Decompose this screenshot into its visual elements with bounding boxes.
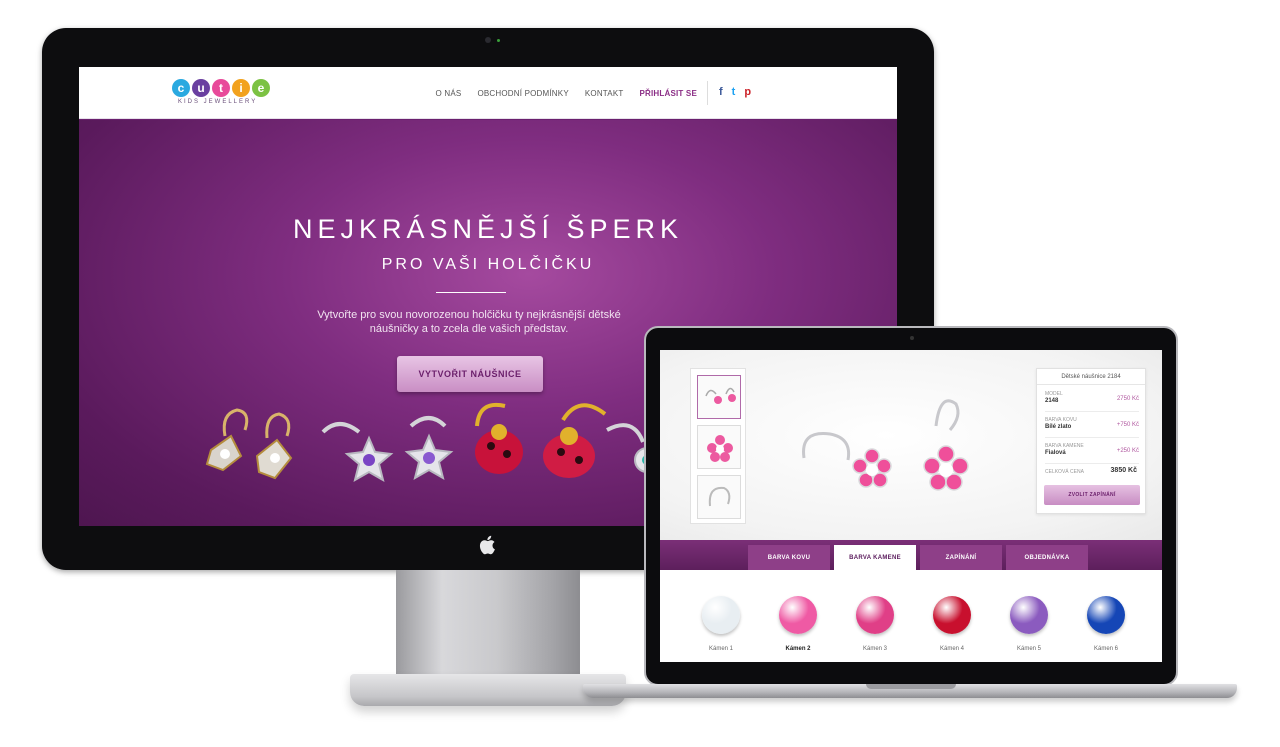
choose-clasp-button[interactable]: ZVOLIT ZAPÍNÁNÍ: [1044, 485, 1140, 505]
stone-option[interactable]: Kámen 6: [1076, 596, 1136, 652]
hero-title: NEJKRÁSNĚJŠÍ ŠPERK: [292, 214, 684, 244]
earring-pair-thumb-icon: [705, 387, 736, 404]
stone-label: Kámen 1: [708, 646, 733, 652]
laptop-screen: Dětské náušnice 2184 MODEL 2148 2750 Kč …: [660, 350, 1162, 662]
tab-zapínání[interactable]: ZAPÍNÁNÍ: [920, 545, 1002, 570]
apple-icon: [479, 535, 495, 555]
tab-barva-kamene[interactable]: BARVA KAMENE: [834, 545, 916, 570]
laptop: Dětské náušnice 2184 MODEL 2148 2750 Kč …: [644, 326, 1178, 686]
logo-letter: e: [252, 79, 270, 97]
product-title: Dětské náušnice 2184: [1037, 369, 1145, 385]
nav-item-about[interactable]: O NÁS: [436, 89, 462, 98]
total-price: 3850 Kč: [1110, 467, 1137, 474]
hoop-thumb-icon: [708, 486, 731, 507]
thumbnail-2[interactable]: [697, 425, 741, 469]
gem-icon: [779, 596, 817, 634]
divider: [1045, 437, 1139, 438]
nav-divider: [707, 81, 708, 105]
divider: [1045, 463, 1139, 464]
twitter-icon[interactable]: t: [732, 86, 736, 98]
stone-color-row: BARVA KAMENE Fialová +250 Kč: [1045, 443, 1139, 456]
thumbnail-strip: [690, 368, 746, 524]
camera-icon: [485, 37, 491, 43]
earring-product-image: [802, 399, 969, 491]
tab-objednávka[interactable]: OBJEDNÁVKA: [1006, 545, 1088, 570]
metal-color-price: +750 Kč: [1116, 422, 1139, 428]
site-header: cutie KIDS JEWELLERY O NÁS OBCHODNÍ PODM…: [79, 67, 897, 119]
logo-letter: c: [172, 79, 190, 97]
thumbnail-3[interactable]: [697, 475, 741, 519]
logo-subtitle: KIDS JEWELLERY: [178, 99, 258, 105]
product-configurator: Dětské náušnice 2184 MODEL 2148 2750 Kč …: [660, 350, 1162, 540]
total-label: CELKOVÁ CENA: [1045, 469, 1084, 475]
tab-bar: BARVA KOVU BARVA KAMENE ZAPÍNÁNÍ OBJEDNÁVKA: [660, 540, 1162, 570]
camera-led: [497, 39, 500, 42]
stone-label: Kámen 6: [1093, 646, 1118, 652]
stone-label: Kámen 4: [939, 646, 964, 652]
main-nav: O NÁS OBCHODNÍ PODMÍNKY KONTAKT PŘIHLÁSI…: [436, 89, 697, 98]
flower-earrings-image: [205, 408, 293, 480]
gem-icon: [1087, 596, 1125, 634]
stone-option[interactable]: Kámen 4: [922, 596, 982, 652]
divider: [1045, 411, 1139, 412]
model-price: 2750 Kč: [1116, 396, 1139, 402]
stone-color-price: +250 Kč: [1116, 448, 1139, 454]
logo-letters: cutie: [172, 79, 282, 97]
gem-icon: [933, 596, 971, 634]
logo-letter: t: [212, 79, 230, 97]
stone-option[interactable]: Kámen 5: [999, 596, 1059, 652]
laptop-camera-icon: [910, 336, 914, 340]
model-row: MODEL 2148 2750 Kč: [1045, 391, 1139, 404]
order-summary-panel: Dětské náušnice 2184 MODEL 2148 2750 Kč …: [1036, 368, 1146, 514]
stone-label: Kámen 2: [785, 646, 811, 652]
hero-subtitle: PRO VAŠI HOLČIČKU: [381, 256, 595, 273]
flower-thumb-icon: [707, 435, 733, 462]
metal-color-row: BARVA KOVU Bílé zlato +750 Kč: [1045, 417, 1139, 430]
stone-option[interactable]: Kámen 2: [768, 596, 828, 652]
stone-picker: Kámen 1 Kámen 2 Kámen 3 Kámen 4 Kámen 5 Kámen…: [660, 570, 1162, 662]
nav-item-terms[interactable]: OBCHODNÍ PODMÍNKY: [477, 89, 568, 98]
star-earrings-image: [321, 416, 454, 483]
nav-item-login[interactable]: PŘIHLÁSIT SE: [639, 89, 697, 98]
pinterest-icon[interactable]: p: [744, 86, 751, 98]
stone-option[interactable]: Kámen 3: [845, 596, 905, 652]
stone-option[interactable]: Kámen 1: [691, 596, 751, 652]
logo-letter: u: [192, 79, 210, 97]
laptop-notch: [866, 684, 956, 689]
nav-item-contact[interactable]: KONTAKT: [585, 89, 624, 98]
stone-label: Kámen 3: [862, 646, 887, 652]
create-earrings-button[interactable]: VYTVOŘIT NÁUŠNICE: [397, 356, 543, 392]
gem-icon: [1010, 596, 1048, 634]
gem-icon: [856, 596, 894, 634]
tab-barva-kovu[interactable]: BARVA KOVU: [748, 545, 830, 570]
hero-description: Vytvořte pro svou novorozenou holčičku t…: [317, 309, 621, 336]
cutie-logo[interactable]: cutie KIDS JEWELLERY: [172, 79, 282, 113]
stone-label: Kámen 5: [1016, 646, 1041, 652]
logo-letter: i: [232, 79, 250, 97]
thumbnail-1[interactable]: [697, 375, 741, 419]
monitor-stand: [396, 570, 580, 678]
social-links: ftp: [719, 86, 751, 98]
facebook-icon[interactable]: f: [719, 86, 723, 98]
configurator-tabs: BARVA KOVU BARVA KAMENE ZAPÍNÁNÍ OBJEDNÁVKA: [748, 545, 1088, 570]
gem-icon: [702, 596, 740, 634]
hero-divider: [436, 292, 506, 293]
ladybug-earrings-image: [475, 403, 607, 478]
